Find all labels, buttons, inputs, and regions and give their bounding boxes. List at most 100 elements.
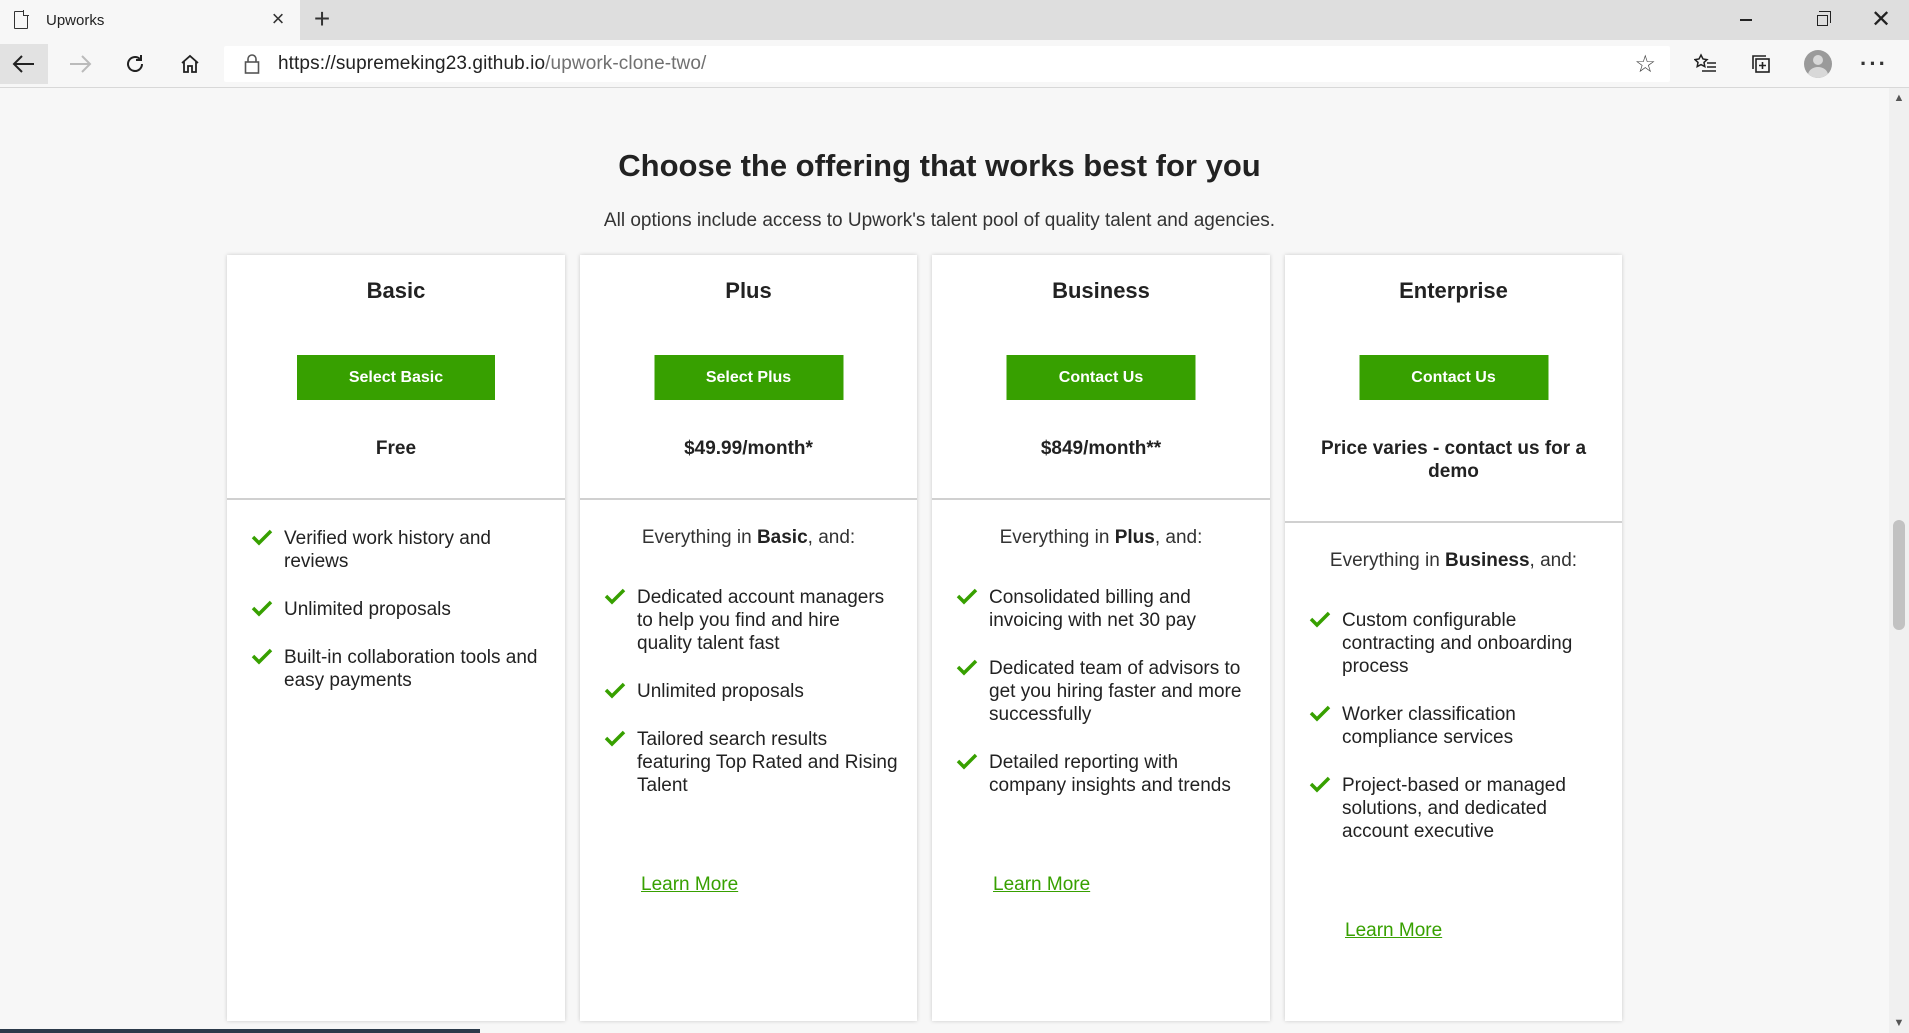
everything-in-text: Everything in Business, and: xyxy=(1285,550,1622,572)
feature-item: Detailed reporting with company insights… xyxy=(932,751,1270,797)
everything-in-text: Everything in Basic, and: xyxy=(580,527,917,549)
contact-us-button[interactable]: Contact Us xyxy=(1006,355,1196,400)
feature-item: Consolidated billing and invoicing with … xyxy=(932,586,1270,632)
minimize-icon xyxy=(1740,19,1752,21)
more-menu-button[interactable]: ··· xyxy=(1850,44,1898,84)
feature-item: Unlimited proposals xyxy=(580,680,917,703)
vertical-scrollbar[interactable]: ▲ ▼ xyxy=(1889,88,1909,1033)
checkmark-icon xyxy=(956,659,978,676)
select-plus-button[interactable]: Select Plus xyxy=(654,355,843,400)
checkmark-icon xyxy=(604,588,626,605)
plan-card-plus: Plus Select Plus $49.99/month* Everythin… xyxy=(580,255,917,1021)
feature-text: Project-based or managed solutions, and … xyxy=(1342,775,1566,842)
feature-item: Dedicated team of advisors to get you hi… xyxy=(932,657,1270,726)
minimize-window-button[interactable] xyxy=(1718,0,1774,40)
plan-name: Business xyxy=(1052,278,1150,303)
feature-text: Unlimited proposals xyxy=(284,599,451,620)
address-bar[interactable]: https://supremeking23.github.io/upwork-c… xyxy=(224,46,1670,82)
refresh-icon xyxy=(127,55,143,72)
feature-list: Custom configurable contracting and onbo… xyxy=(1285,609,1622,843)
collections-icon xyxy=(1752,55,1770,73)
browser-tab[interactable]: Upworks × xyxy=(0,0,300,40)
plan-price: Free xyxy=(375,438,417,459)
everything-plan: Plus xyxy=(1114,527,1155,548)
more-icon: ··· xyxy=(1860,51,1888,76)
checkmark-icon xyxy=(1309,776,1331,793)
new-tab-icon[interactable]: + xyxy=(306,4,338,36)
feature-text: Custom configurable contracting and onbo… xyxy=(1342,610,1573,677)
url-path: /upwork-clone-two/ xyxy=(545,53,707,74)
feature-item: Tailored search results featuring Top Ra… xyxy=(580,728,917,797)
checkmark-icon xyxy=(251,600,273,617)
plan-name: Basic xyxy=(366,278,426,303)
feature-item: Dedicated account managers to help you f… xyxy=(580,586,917,655)
feature-item: Verified work history and reviews xyxy=(227,527,565,573)
everything-plan: Basic xyxy=(756,527,808,548)
plan-card-business: Business Contact Us $849/month** Everyth… xyxy=(932,255,1270,1021)
lock-icon xyxy=(244,54,260,74)
home-button[interactable] xyxy=(166,44,214,84)
close-window-button[interactable]: ✕ xyxy=(1853,0,1909,40)
refresh-button[interactable] xyxy=(111,44,159,84)
plan-price: Price varies - contact us for a demo xyxy=(1320,438,1587,482)
scrollbar-thumb[interactable] xyxy=(1893,520,1905,630)
plan-card-enterprise: Enterprise Contact Us Price varies - con… xyxy=(1285,255,1622,1021)
taskbar-edge xyxy=(0,1029,480,1033)
restore-icon xyxy=(1816,10,1831,26)
plan-price: $49.99/month* xyxy=(684,438,813,459)
checkmark-icon xyxy=(604,730,626,747)
plan-card-header: Enterprise Contact Us Price varies - con… xyxy=(1285,255,1622,523)
scroll-up-arrow-icon[interactable]: ▲ xyxy=(1889,88,1909,108)
page-content: Choose the offering that works best for … xyxy=(0,88,1889,1033)
page-subtitle: All options include access to Upwork's t… xyxy=(603,210,1276,231)
learn-more-link[interactable]: Learn More xyxy=(1345,920,1442,942)
plan-card-basic: Basic Select Basic Free Verified work hi… xyxy=(227,255,565,1021)
feature-text: Unlimited proposals xyxy=(637,681,804,702)
feature-item: Project-based or managed solutions, and … xyxy=(1285,774,1622,843)
favorite-star-icon[interactable]: ☆ xyxy=(1634,50,1656,79)
feature-text: Dedicated account managers to help you f… xyxy=(637,587,885,654)
avatar xyxy=(1804,50,1832,78)
page-title: Choose the offering that works best for … xyxy=(618,148,1261,183)
checkmark-icon xyxy=(604,682,626,699)
favorites-button[interactable] xyxy=(1682,44,1730,84)
arrow-left-icon xyxy=(12,55,34,73)
plan-price: $849/month** xyxy=(1040,438,1162,459)
forward-button[interactable] xyxy=(56,44,104,84)
scroll-down-arrow-icon[interactable]: ▼ xyxy=(1889,1013,1909,1033)
page-icon xyxy=(14,10,29,29)
feature-text: Tailored search results featuring Top Ra… xyxy=(637,729,898,796)
plan-card-header: Business Contact Us $849/month** xyxy=(932,255,1270,500)
url-text: https://supremeking23.github.io/upwork-c… xyxy=(278,53,706,75)
select-basic-button[interactable]: Select Basic xyxy=(297,355,495,400)
learn-more-link[interactable]: Learn More xyxy=(993,874,1090,896)
profile-button[interactable] xyxy=(1794,44,1842,84)
feature-text: Built-in collaboration tools and easy pa… xyxy=(284,647,538,691)
everything-in-text: Everything in Plus, and: xyxy=(932,527,1270,549)
feature-text: Verified work history and reviews xyxy=(284,528,491,572)
feature-item: Built-in collaboration tools and easy pa… xyxy=(227,646,565,692)
feature-text: Detailed reporting with company insights… xyxy=(989,752,1231,796)
collections-button[interactable] xyxy=(1737,44,1785,84)
feature-text: Worker classification compliance service… xyxy=(1342,704,1516,748)
plan-name: Enterprise xyxy=(1399,278,1508,303)
feature-list: Verified work history and reviews Unlimi… xyxy=(227,527,565,692)
checkmark-icon xyxy=(1309,611,1331,628)
back-button[interactable] xyxy=(0,44,48,84)
everything-suffix: , and: xyxy=(807,527,856,548)
learn-more-link[interactable]: Learn More xyxy=(641,874,738,896)
feature-item: Worker classification compliance service… xyxy=(1285,703,1622,749)
feature-list: Dedicated account managers to help you f… xyxy=(580,586,917,797)
checkmark-icon xyxy=(251,529,273,546)
home-icon xyxy=(181,54,199,73)
everything-suffix: , and: xyxy=(1529,550,1578,571)
feature-text: Dedicated team of advisors to get you hi… xyxy=(989,658,1242,725)
tab-bar: Upworks × + ✕ xyxy=(0,0,1909,40)
close-icon: ✕ xyxy=(1870,6,1892,33)
restore-window-button[interactable] xyxy=(1794,0,1850,40)
arrow-right-icon xyxy=(70,55,92,73)
checkmark-icon xyxy=(956,588,978,605)
close-tab-icon[interactable]: × xyxy=(266,8,290,32)
contact-us-button[interactable]: Contact Us xyxy=(1359,355,1548,400)
everything-prefix: Everything in xyxy=(999,527,1115,548)
